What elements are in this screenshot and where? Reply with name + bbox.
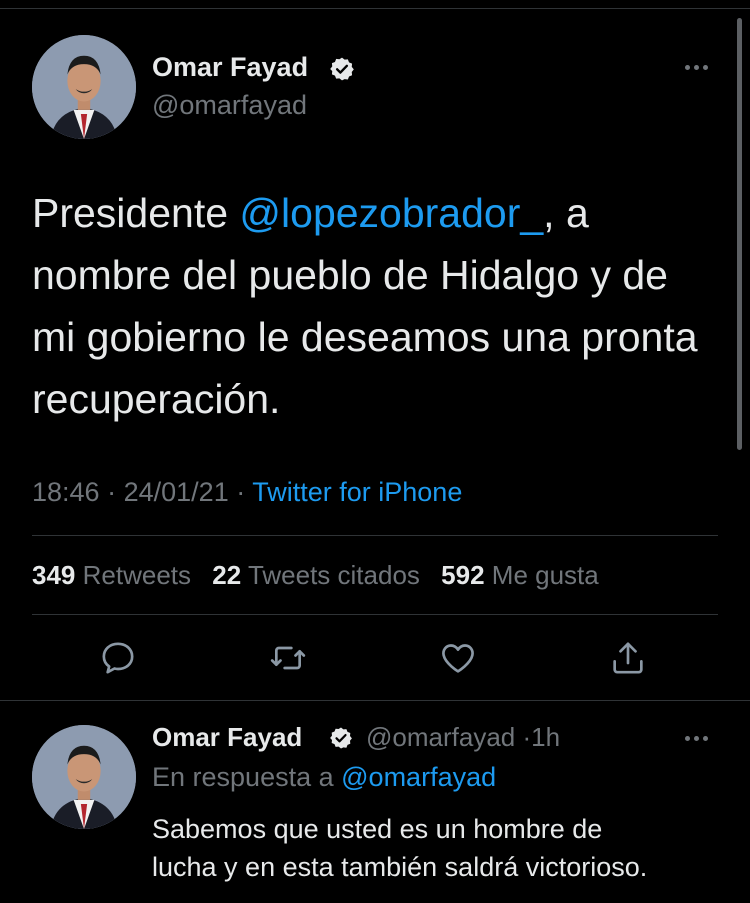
tweet-text: Presidente @lopezobrador_, a nombre del … [32, 182, 732, 430]
scrollbar[interactable] [737, 18, 742, 450]
reply-avatar[interactable] [32, 725, 136, 829]
likes-count: 592 [441, 560, 485, 590]
retweet-button[interactable] [268, 638, 308, 678]
tweet-line-4: recuperación. [32, 376, 281, 422]
tweet-meta: 18:46 · 24/01/21 · Twitter for iPhone [32, 477, 462, 508]
like-button[interactable] [438, 638, 478, 678]
verified-badge-icon [330, 57, 354, 81]
reply-button[interactable] [98, 638, 138, 678]
share-button[interactable] [608, 638, 648, 678]
reply-line-1: Sabemos que usted es un hombre de [152, 814, 603, 844]
tweet-time: 18:46 [32, 477, 100, 507]
avatar-portrait [32, 725, 136, 829]
tweet-stats: 349 Retweets 22 Tweets citados 592 Me gu… [32, 560, 613, 591]
divider [32, 535, 718, 536]
reply-text: Sabemos que usted es un hombre de lucha … [152, 810, 647, 886]
quotes-count: 22 [212, 560, 242, 590]
tweet-source-link[interactable]: Twitter for iPhone [252, 477, 462, 507]
retweet-icon [270, 646, 306, 670]
retweets-count: 349 [32, 560, 76, 590]
tweet-text-segment: Presidente [32, 190, 240, 236]
more-options-icon[interactable] [685, 65, 708, 70]
verified-badge-icon [330, 727, 352, 749]
in-reply-prefix: En respuesta a [152, 762, 334, 792]
thread-separator [0, 700, 750, 701]
reply-author-handle[interactable]: @omarfayad [366, 722, 515, 752]
reply-header-meta: @omarfayad ·1h [366, 722, 560, 753]
author-handle[interactable]: @omarfayad [152, 90, 307, 121]
divider [32, 614, 718, 615]
retweets-label: Retweets [82, 560, 192, 590]
likes-label: Me gusta [491, 560, 599, 590]
author-name[interactable]: Omar Fayad [152, 52, 308, 83]
tweet-line-1: Presidente @lopezobrador_, a [32, 182, 732, 244]
top-divider [0, 8, 750, 9]
tweet-line-2: nombre del pueblo de Hidalgo y de [32, 252, 668, 298]
avatar-portrait [32, 35, 136, 139]
avatar[interactable] [32, 35, 136, 139]
more-options-icon[interactable] [685, 736, 708, 741]
meta-separator: · [522, 722, 532, 752]
in-reply-to: En respuesta a @omarfayad [152, 762, 496, 793]
reply-line-2: lucha y en esta también saldrá victorios… [152, 852, 648, 882]
reply-time: 1h [531, 722, 561, 752]
mention-link[interactable]: @lopezobrador_ [239, 190, 543, 236]
quotes-stat[interactable]: 22 Tweets citados [212, 560, 420, 590]
tweet-line-3: mi gobierno le deseamos una pronta [32, 314, 698, 360]
meta-separator: · [236, 477, 246, 507]
share-icon [613, 642, 643, 674]
heart-icon [442, 644, 474, 673]
quotes-label: Tweets citados [247, 560, 420, 590]
reply-icon [102, 642, 134, 674]
tweet-text-segment: , a [543, 190, 589, 236]
in-reply-to-mention[interactable]: @omarfayad [341, 762, 496, 792]
retweets-stat[interactable]: 349 Retweets [32, 560, 191, 590]
likes-stat[interactable]: 592 Me gusta [441, 560, 599, 590]
meta-separator: · [107, 477, 117, 507]
reply-author-name[interactable]: Omar Fayad [152, 722, 302, 753]
tweet-date: 24/01/21 [123, 477, 229, 507]
